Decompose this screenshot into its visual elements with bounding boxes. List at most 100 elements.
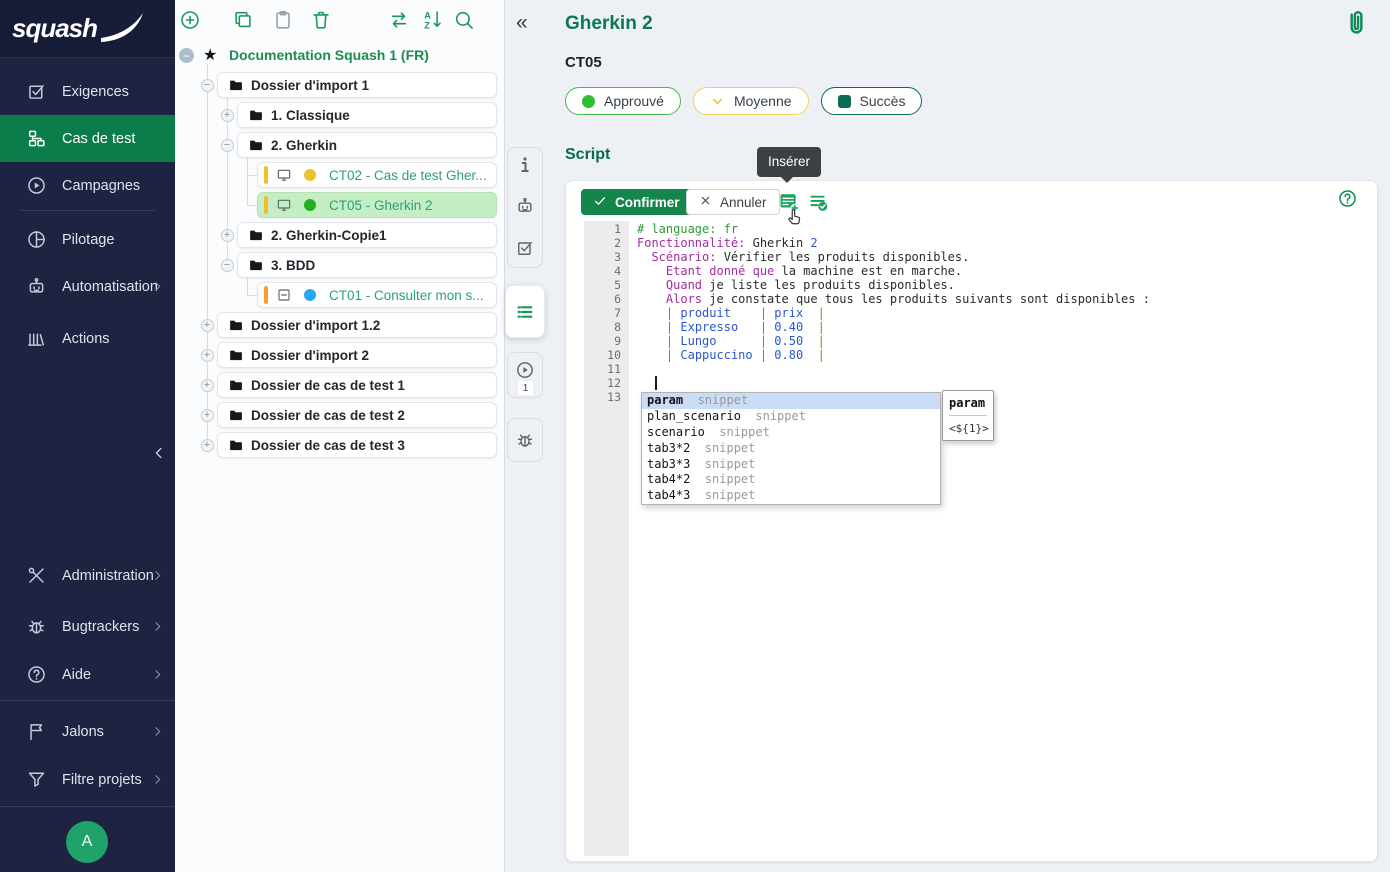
tree-toolbar-delete-button[interactable]: [310, 9, 332, 31]
sidebar-item-aide[interactable]: Aide: [0, 651, 175, 698]
tree-toolbar-search-button[interactable]: [453, 9, 475, 31]
tree-folder-row[interactable]: 1. Classique: [237, 102, 497, 128]
anchor-script-steps[interactable]: [515, 302, 535, 322]
execution-status-badge[interactable]: Succès: [821, 87, 923, 115]
sidebar-item-cas-de-test[interactable]: Cas de test: [0, 115, 175, 162]
tree-folder-row[interactable]: Dossier d'import 1.2: [217, 312, 497, 338]
tree-toolbar-paste-button[interactable]: [272, 9, 294, 31]
flag-icon: [26, 721, 47, 742]
chevron-right-icon: [150, 619, 165, 634]
sidebar-item-actions[interactable]: Actions: [0, 315, 175, 362]
importance-badge[interactable]: Moyenne: [693, 87, 809, 115]
tree-toolbar-sort-button[interactable]: AZ: [422, 9, 444, 31]
tree-folder-row[interactable]: Dossier d'import 1: [217, 72, 497, 98]
folder-icon: [228, 77, 244, 93]
user-avatar[interactable]: A: [66, 821, 108, 863]
tree-node-label: CT02 - Cas de test Gher...: [329, 168, 487, 183]
status-badge[interactable]: Approuvé: [565, 87, 681, 115]
project-root-label[interactable]: Documentation Squash 1 (FR): [229, 47, 429, 63]
autocomplete-item-tab3*3[interactable]: tab3*3 snippet: [642, 457, 940, 473]
tree-node-label: Dossier de cas de test 2: [251, 408, 405, 423]
sidebar-item-filtre-projets[interactable]: Filtre projets: [0, 756, 175, 803]
anchor-verified-requirements[interactable]: [515, 238, 535, 258]
autocomplete-dropdown: param snippetplan_scenario snippetscenar…: [641, 392, 941, 505]
cancel-button[interactable]: Annuler: [686, 189, 780, 215]
sidebar-item-label: Jalons: [62, 724, 104, 740]
sidebar-item-bugtrackers[interactable]: Bugtrackers: [0, 603, 175, 650]
anchor-issues[interactable]: [515, 430, 535, 450]
tree-toolbar-create-button[interactable]: [179, 9, 201, 31]
sidebar-item-label: Aide: [62, 667, 91, 683]
tree-expand-toggle[interactable]: −: [221, 259, 234, 272]
tree-expand-toggle[interactable]: −: [201, 79, 214, 92]
code-line: | Expresso | 0.40 |: [637, 320, 1150, 334]
tree-expand-toggle[interactable]: +: [201, 409, 214, 422]
sidebar-item-automatisation[interactable]: Automatisation: [0, 263, 175, 310]
chevron-right-icon: [150, 772, 165, 787]
sidebar-item-administration[interactable]: Administration: [0, 552, 175, 599]
tree-folder-row[interactable]: Dossier d'import 2: [217, 342, 497, 368]
paperclip-icon: [1342, 9, 1371, 38]
tree-folder-row[interactable]: 3. BDD: [237, 252, 497, 278]
tree-toolbar-transfer-button[interactable]: [388, 9, 410, 31]
sidebar-item-campagnes[interactable]: Campagnes: [0, 162, 175, 209]
tree-expand-toggle[interactable]: −: [221, 139, 234, 152]
sidebar-item-pilotage[interactable]: Pilotage: [0, 216, 175, 263]
collapse-panel-button[interactable]: «: [516, 11, 528, 35]
tree-expand-toggle[interactable]: +: [201, 349, 214, 362]
plus-circle-icon: [179, 9, 201, 31]
tree-folder-row[interactable]: Dossier de cas de test 3: [217, 432, 497, 458]
editor-line-numbers: 12345678910111213: [584, 222, 621, 404]
robot-icon: [26, 276, 47, 297]
badge-label: Succès: [860, 93, 906, 109]
autocomplete-item-scenario[interactable]: scenario snippet: [642, 425, 940, 441]
play-circle-icon: [26, 175, 47, 196]
tree-expand-toggle[interactable]: +: [201, 439, 214, 452]
tree-folder-row[interactable]: 2. Gherkin-Copie1: [237, 222, 497, 248]
line-number: 11: [584, 362, 621, 376]
chevron-right-icon: [150, 279, 165, 294]
line-number: 7: [584, 306, 621, 320]
validate-script-button[interactable]: [807, 191, 829, 213]
autocomplete-item-param[interactable]: param snippet: [642, 393, 940, 409]
automation-priority-bar: [264, 166, 268, 184]
help-icon[interactable]: [1337, 188, 1358, 209]
autocomplete-item-plan_scenario[interactable]: plan_scenario snippet: [642, 409, 940, 425]
tree-toolbar-copy-button[interactable]: [232, 9, 254, 31]
insert-table-button[interactable]: [778, 191, 800, 213]
autocomplete-item-tab4*2[interactable]: tab4*2 snippet: [642, 472, 940, 488]
tc-tree-icon: [26, 128, 47, 149]
table-plus-icon: [778, 191, 800, 213]
app-root: squash Exigences Cas de test Campagnes P…: [0, 0, 1390, 872]
autocomplete-item-tab3*2[interactable]: tab3*2 snippet: [642, 441, 940, 457]
anchor-information[interactable]: [515, 155, 535, 175]
squash-logo[interactable]: squash: [0, 0, 175, 58]
tree-node-label: 2. Gherkin-Copie1: [271, 228, 387, 243]
chevron-down-bold-icon: [710, 94, 725, 109]
autocomplete-item-tab4*3[interactable]: tab4*3 snippet: [642, 488, 940, 504]
tree-expand-toggle[interactable]: +: [221, 109, 234, 122]
columns-icon: [26, 328, 47, 349]
tree-test-case-row[interactable]: CT05 - Gherkin 2: [257, 192, 497, 218]
code-line: Alors je constate que tous les produits …: [637, 292, 1150, 306]
tree-folder-row[interactable]: 2. Gherkin: [237, 132, 497, 158]
tree-test-case-row[interactable]: CT01 - Consulter mon s...: [257, 282, 497, 308]
confirm-button[interactable]: Confirmer: [581, 189, 692, 215]
tree-test-case-row[interactable]: CT02 - Cas de test Gher...: [257, 162, 497, 188]
tree-expand-toggle[interactable]: +: [201, 319, 214, 332]
sidebar-item-exigences[interactable]: Exigences: [0, 68, 175, 115]
tree-folder-row[interactable]: Dossier de cas de test 2: [217, 402, 497, 428]
chevron-right-icon: [150, 279, 165, 294]
tree-root-collapse-toggle[interactable]: −: [179, 48, 194, 63]
sidebar-item-jalons[interactable]: Jalons: [0, 708, 175, 755]
sidebar-collapse-button[interactable]: [150, 444, 168, 467]
gherkin-code-editor[interactable]: # language: frFonctionnalité: Gherkin 2 …: [637, 222, 1150, 404]
paperclip-icon[interactable]: [1342, 9, 1371, 38]
tree-expand-toggle[interactable]: +: [201, 379, 214, 392]
anchor-executions[interactable]: [515, 360, 535, 380]
pie-icon: [26, 229, 47, 250]
monitor-icon: [276, 167, 292, 183]
tree-folder-row[interactable]: Dossier de cas de test 1: [217, 372, 497, 398]
tree-expand-toggle[interactable]: +: [221, 229, 234, 242]
anchor-automation[interactable]: [515, 196, 535, 216]
